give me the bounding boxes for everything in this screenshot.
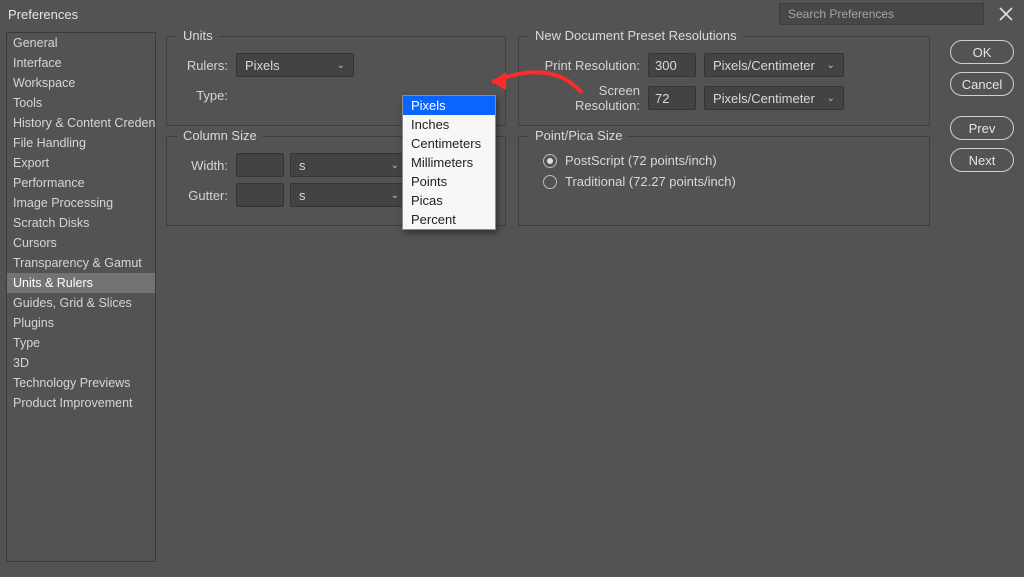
sidebar-item-image-processing[interactable]: Image Processing bbox=[7, 193, 155, 213]
point-pica-section: Point/Pica Size PostScript (72 points/in… bbox=[518, 136, 930, 226]
dropdown-option-percent[interactable]: Percent bbox=[403, 210, 495, 229]
dropdown-option-centimeters[interactable]: Centimeters bbox=[403, 134, 495, 153]
width-input[interactable] bbox=[236, 153, 284, 177]
print-resolution-input[interactable] bbox=[648, 53, 696, 77]
section-title-resolutions: New Document Preset Resolutions bbox=[529, 28, 743, 43]
sidebar-item-performance[interactable]: Performance bbox=[7, 173, 155, 193]
radio-icon bbox=[543, 175, 557, 189]
sidebar-item-product-improvement[interactable]: Product Improvement bbox=[7, 393, 155, 413]
sidebar-item-units-rulers[interactable]: Units & Rulers bbox=[7, 273, 155, 293]
dropdown-option-inches[interactable]: Inches bbox=[403, 115, 495, 134]
dropdown-option-millimeters[interactable]: Millimeters bbox=[403, 153, 495, 172]
sidebar-item-technology-previews[interactable]: Technology Previews bbox=[7, 373, 155, 393]
type-label: Type: bbox=[181, 88, 236, 103]
close-button[interactable] bbox=[994, 2, 1018, 26]
width-unit-value: s bbox=[299, 158, 306, 173]
sidebar-item-type[interactable]: Type bbox=[7, 333, 155, 353]
radio-icon bbox=[543, 154, 557, 168]
preferences-content: Units Rulers: Pixels ⌄ Type: ⌄ bbox=[156, 28, 1024, 577]
chevron-down-icon: ⌄ bbox=[827, 60, 835, 71]
radio-traditional-label: Traditional (72.27 points/inch) bbox=[565, 174, 736, 189]
radio-postscript-label: PostScript (72 points/inch) bbox=[565, 153, 717, 168]
screen-resolution-unit-dropdown[interactable]: Pixels/Centimeter ⌄ bbox=[704, 86, 844, 110]
prev-button[interactable]: Prev bbox=[950, 116, 1014, 140]
gutter-label: Gutter: bbox=[181, 188, 236, 203]
window-title: Preferences bbox=[8, 7, 78, 22]
dropdown-option-pixels[interactable]: Pixels bbox=[403, 96, 495, 115]
close-icon bbox=[999, 7, 1013, 21]
rulers-dropdown-menu[interactable]: PixelsInchesCentimetersMillimetersPoints… bbox=[402, 95, 496, 230]
sidebar-item-plugins[interactable]: Plugins bbox=[7, 313, 155, 333]
search-preferences-input[interactable] bbox=[779, 3, 984, 25]
chevron-down-icon: ⌄ bbox=[827, 93, 835, 104]
screen-resolution-input[interactable] bbox=[648, 86, 696, 110]
rulers-dropdown[interactable]: Pixels ⌄ bbox=[236, 53, 354, 77]
sidebar-item-interface[interactable]: Interface bbox=[7, 53, 155, 73]
width-unit-dropdown[interactable]: s ⌄ bbox=[290, 153, 408, 177]
sidebar-item-guides-grid-slices[interactable]: Guides, Grid & Slices bbox=[7, 293, 155, 313]
chevron-down-icon: ⌄ bbox=[337, 60, 345, 71]
section-title-pointpica: Point/Pica Size bbox=[529, 128, 628, 143]
preferences-sidebar: GeneralInterfaceWorkspaceToolsHistory & … bbox=[0, 28, 156, 577]
ok-button[interactable]: OK bbox=[950, 40, 1014, 64]
rulers-dropdown-value: Pixels bbox=[245, 58, 280, 73]
rulers-label: Rulers: bbox=[181, 58, 236, 73]
title-bar: Preferences bbox=[0, 0, 1024, 28]
print-resolution-unit-value: Pixels/Centimeter bbox=[713, 58, 815, 73]
screen-resolution-unit-value: Pixels/Centimeter bbox=[713, 91, 815, 106]
sidebar-item-file-handling[interactable]: File Handling bbox=[7, 133, 155, 153]
radio-postscript[interactable]: PostScript (72 points/inch) bbox=[543, 153, 915, 168]
dropdown-option-points[interactable]: Points bbox=[403, 172, 495, 191]
resolutions-section: New Document Preset Resolutions Print Re… bbox=[518, 36, 930, 126]
width-label: Width: bbox=[181, 158, 236, 173]
dialog-buttons: OK Cancel Prev Next bbox=[942, 36, 1022, 236]
screen-resolution-label: Screen Resolution: bbox=[533, 83, 648, 113]
radio-traditional[interactable]: Traditional (72.27 points/inch) bbox=[543, 174, 915, 189]
sidebar-item-cursors[interactable]: Cursors bbox=[7, 233, 155, 253]
gutter-input[interactable] bbox=[236, 183, 284, 207]
gutter-unit-dropdown[interactable]: s ⌄ bbox=[290, 183, 408, 207]
sidebar-item-transparency-gamut[interactable]: Transparency & Gamut bbox=[7, 253, 155, 273]
gutter-unit-value: s bbox=[299, 188, 306, 203]
section-title-units: Units bbox=[177, 28, 219, 43]
sidebar-item-history-content-credentials[interactable]: History & Content Credentials bbox=[7, 113, 155, 133]
sidebar-item-tools[interactable]: Tools bbox=[7, 93, 155, 113]
section-title-columns: Column Size bbox=[177, 128, 263, 143]
sidebar-item-general[interactable]: General bbox=[7, 33, 155, 53]
print-resolution-label: Print Resolution: bbox=[533, 58, 648, 73]
sidebar-item-workspace[interactable]: Workspace bbox=[7, 73, 155, 93]
next-button[interactable]: Next bbox=[950, 148, 1014, 172]
chevron-down-icon: ⌄ bbox=[391, 190, 399, 201]
cancel-button[interactable]: Cancel bbox=[950, 72, 1014, 96]
dropdown-option-picas[interactable]: Picas bbox=[403, 191, 495, 210]
print-resolution-unit-dropdown[interactable]: Pixels/Centimeter ⌄ bbox=[704, 53, 844, 77]
chevron-down-icon: ⌄ bbox=[391, 160, 399, 171]
sidebar-item-3d[interactable]: 3D bbox=[7, 353, 155, 373]
sidebar-item-export[interactable]: Export bbox=[7, 153, 155, 173]
sidebar-item-scratch-disks[interactable]: Scratch Disks bbox=[7, 213, 155, 233]
